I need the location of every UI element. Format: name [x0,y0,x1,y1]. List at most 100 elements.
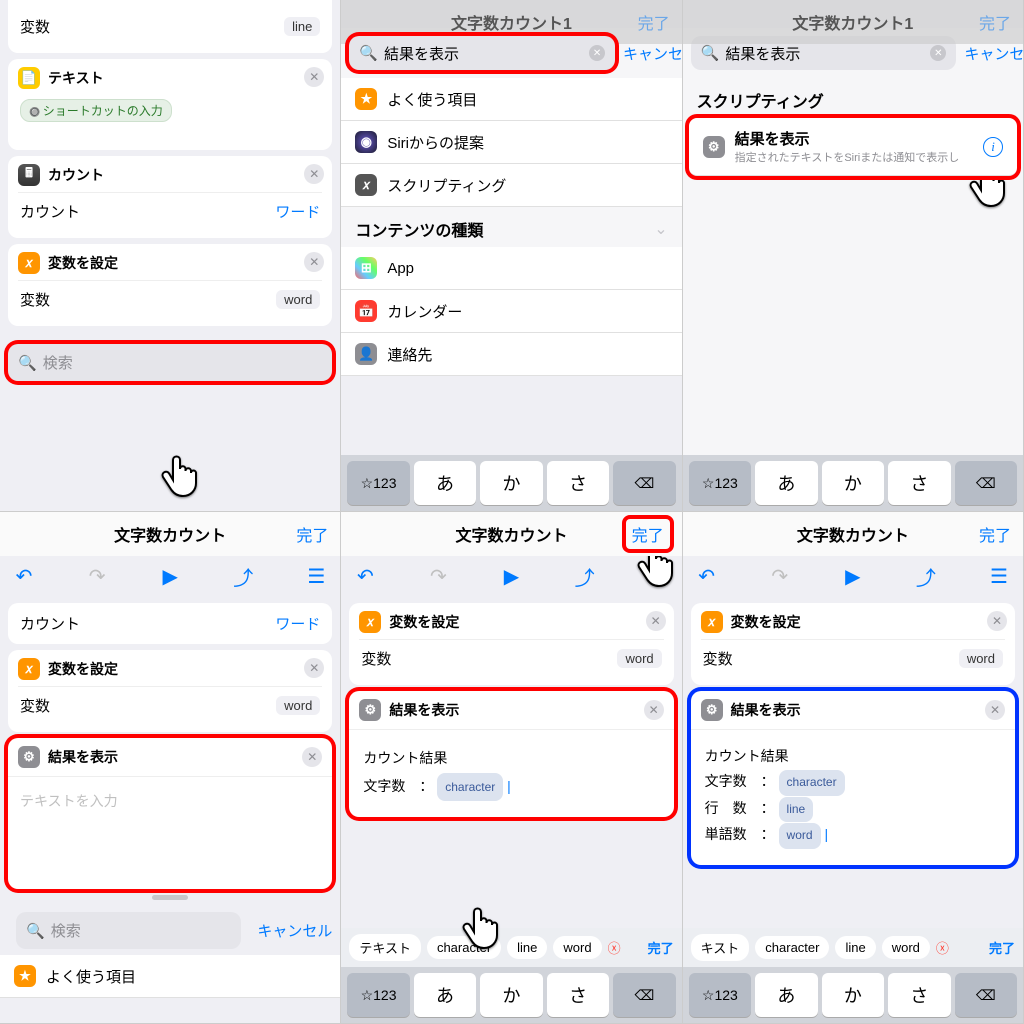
key-ka[interactable]: か [480,973,542,1017]
key-ka[interactable]: か [822,973,884,1017]
done-button[interactable]: 完了 [296,522,328,546]
row-siri[interactable]: ◉Siriからの提案 [341,121,681,164]
kb-done[interactable]: 完了 [648,938,674,957]
close-icon[interactable]: ✕ [644,700,664,720]
chip-word[interactable]: word [553,936,601,959]
action-text[interactable]: 📄 テキスト ✕ 🔘 ショートカットの入力 [8,59,332,150]
text-input-placeholder[interactable]: テキストを入力 [18,783,322,819]
key-ka[interactable]: か [822,461,884,505]
toggles-icon[interactable]: ☰ [985,564,1013,589]
shortcut-input-pill[interactable]: 🔘 ショートカットの入力 [20,99,172,122]
action-show-result[interactable]: ⚙ 結果を表示 ✕ カウント結果 文字数 ： character 行 数 ： l… [691,691,1015,865]
drag-handle[interactable] [152,895,188,900]
key-a[interactable]: あ [755,973,817,1017]
key-backspace[interactable]: ⌫ [613,461,675,505]
action-count[interactable]: 🖩 カウント ✕ カウント ワード [8,156,332,238]
undo-icon[interactable]: ↶ [693,564,721,589]
redo-icon: ↷ [424,564,452,589]
keyboard[interactable]: キスト character line word ⓧ 完了 ☆123 あ か さ … [683,928,1023,1023]
chip-kst[interactable]: キスト [691,934,750,961]
var-badge[interactable]: ⓧ [608,938,621,957]
action-set-var[interactable]: 𝑥 変数を設定 ✕ 変数 word [349,603,673,685]
var-badge[interactable]: ⓧ [936,938,949,957]
key-sa[interactable]: さ [888,461,950,505]
chip-character[interactable]: character [755,936,829,959]
play-icon[interactable]: ▶ [497,564,525,589]
kb-done[interactable]: 完了 [989,938,1015,957]
cancel-button[interactable]: キャンセル [956,43,1024,64]
share-icon[interactable]: ⤴ [229,562,257,591]
chip-character[interactable]: character [427,936,501,959]
cancel-button[interactable]: キャンセル [615,43,683,64]
chip-line[interactable]: line [507,936,547,959]
chip-word[interactable]: word [882,936,930,959]
key-ka[interactable]: か [480,461,542,505]
close-icon[interactable]: ✕ [302,747,322,767]
action-set-var[interactable]: 𝑥 変数を設定 ✕ 変数 word [691,603,1015,685]
keyboard[interactable]: ☆123 あ か さ ⌫ [683,455,1023,511]
row-favorites[interactable]: ★よく使う項目 [341,78,681,121]
row-favorites[interactable]: ★よく使う項目 [0,955,340,998]
key-num[interactable]: ☆123 [347,461,409,505]
key-num[interactable]: ☆123 [689,973,751,1017]
key-a[interactable]: あ [414,461,476,505]
chevron-down-icon[interactable]: ⌄ [654,219,667,239]
title: 文字数カウント [0,522,340,546]
action-set-var[interactable]: 𝑥 変数を設定 ✕ 変数 word [8,244,332,326]
count-mode[interactable]: ワード [275,613,320,634]
chip-line[interactable]: line [835,936,875,959]
search-bar[interactable]: 🔍 検索 [8,344,332,381]
clear-icon[interactable]: ✕ [930,45,946,61]
undo-icon[interactable]: ↶ [10,564,38,589]
key-num[interactable]: ☆123 [347,973,409,1017]
play-icon[interactable]: ▶ [156,564,184,589]
cancel-button[interactable]: キャンセル [249,920,332,941]
keyboard[interactable]: ☆123 あ か さ ⌫ [341,455,681,511]
result-text[interactable]: カウント結果 文字数 ： character 行 数 ： line 単語数 ： … [701,736,1005,857]
result-text[interactable]: カウント結果 文字数 ： character | [359,736,663,809]
info-icon[interactable]: i [983,137,1003,157]
action-show-result[interactable]: ⚙ 結果を表示 ✕ テキストを入力 [8,738,332,889]
key-sa[interactable]: さ [888,973,950,1017]
key-backspace[interactable]: ⌫ [955,461,1017,505]
row-scripting[interactable]: 𝑥スクリプティング [341,164,681,207]
count-mode[interactable]: ワード [275,201,320,222]
search-bar[interactable]: 🔍 ✕ [349,36,615,70]
done-button[interactable]: 完了 [979,522,1011,546]
var-line[interactable]: line [779,797,814,823]
action-set-var[interactable]: 𝑥 変数を設定 ✕ 変数 word [8,650,332,732]
row-app[interactable]: ⊞App [341,247,681,290]
var-value[interactable]: line [284,17,320,36]
clear-icon[interactable]: ✕ [589,45,605,61]
key-num[interactable]: ☆123 [689,461,751,505]
undo-icon[interactable]: ↶ [351,564,379,589]
key-a[interactable]: あ [755,461,817,505]
keyboard[interactable]: テキスト character line word ⓧ 完了 ☆123 あ か さ… [341,928,681,1023]
key-backspace[interactable]: ⌫ [613,973,675,1017]
play-icon[interactable]: ▶ [839,564,867,589]
var-value2[interactable]: word [276,290,320,309]
var-word[interactable]: word [779,823,821,849]
key-sa[interactable]: さ [547,461,609,505]
share-icon[interactable]: ⤴ [571,562,599,591]
search-bar[interactable]: 🔍検索 [16,912,241,949]
search-input[interactable] [384,45,583,62]
row-show-result[interactable]: ⚙ 結果を表示 指定されたテキストをSiriまたは通知で表示し i [689,118,1017,176]
search-input[interactable] [725,45,924,62]
var-character[interactable]: character [437,773,503,801]
share-icon[interactable]: ⤴ [912,562,940,591]
key-a[interactable]: あ [414,973,476,1017]
action-show-result[interactable]: ⚙ 結果を表示 ✕ カウント結果 文字数 ： character | [349,691,673,817]
close-icon[interactable]: ✕ [646,611,666,631]
toggles-icon[interactable]: ☰ [302,564,330,589]
close-icon[interactable]: ✕ [987,611,1007,631]
key-sa[interactable]: さ [547,973,609,1017]
chip-text[interactable]: テキスト [349,934,421,961]
var-character[interactable]: character [779,770,845,796]
row-calendar[interactable]: 📅カレンダー [341,290,681,333]
toggles-icon[interactable]: ☰ [644,564,672,589]
key-backspace[interactable]: ⌫ [955,973,1017,1017]
done-button[interactable]: 完了 [626,519,670,549]
row-contacts[interactable]: 👤連絡先 [341,333,681,376]
close-icon[interactable]: ✕ [985,700,1005,720]
